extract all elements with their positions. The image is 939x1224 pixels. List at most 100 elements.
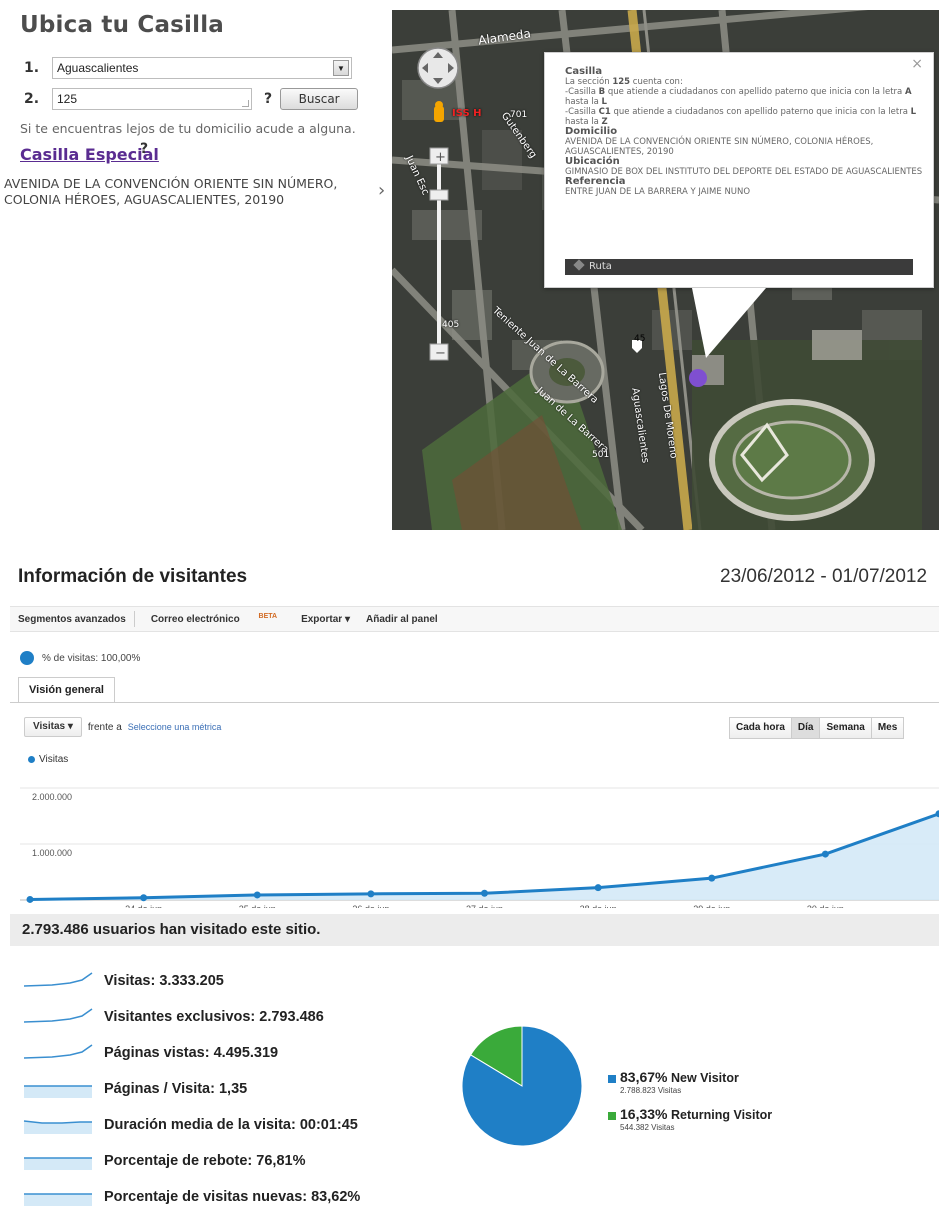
route-shield: 45 — [634, 334, 646, 344]
svg-text:+: + — [435, 150, 446, 165]
special-help-icon[interactable]: ? — [140, 141, 148, 157]
compare-metric-link[interactable]: Seleccione una métrica — [128, 722, 222, 732]
metric-value: Duración media de la visita: 00:01:45 — [104, 1117, 358, 1133]
legend-returning-visitor: 16,33% Returning Visitor 544.382 Visitas — [608, 1106, 772, 1132]
granularity-month-button[interactable]: Mes — [870, 718, 904, 738]
metrics-list: Visitas: 3.333.205 Visitantes exclusivos:… — [22, 966, 360, 1218]
building-number: 405 — [442, 320, 460, 330]
result-address: AVENIDA DE LA CONVENCIÓN ORIENTE SIN NÚM… — [4, 176, 338, 207]
metric-row[interactable]: Porcentaje de visitas nuevas: 83,62% — [22, 1182, 360, 1212]
data-point[interactable] — [253, 891, 261, 899]
granularity-week-button[interactable]: Semana — [819, 718, 871, 738]
route-icon — [573, 259, 585, 271]
add-to-dashboard-button[interactable]: Añadir al panel — [358, 614, 446, 625]
x-tick-label: 25 de jun — [239, 904, 276, 908]
data-point[interactable] — [708, 874, 716, 882]
search-button[interactable]: Buscar — [280, 88, 359, 110]
new-visitor-percent: 83,67% — [620, 1069, 668, 1085]
route-label: Ruta — [589, 261, 612, 272]
visitor-type-pie-chart — [461, 1025, 583, 1147]
granularity-day-button[interactable]: Día — [790, 718, 820, 738]
data-point[interactable] — [26, 895, 34, 903]
data-point[interactable] — [367, 890, 375, 898]
x-tick-label: 27 de jun — [466, 904, 503, 908]
metric-row[interactable]: Duración media de la visita: 00:01:45 — [22, 1110, 360, 1140]
returning-visitor-label: Returning Visitor — [670, 1108, 773, 1122]
email-button[interactable]: Correo electrónico BETA — [135, 613, 293, 625]
segment-pie-icon — [20, 651, 34, 665]
popup-domicilio-heading: Domicilio — [565, 126, 618, 137]
metric-value: Visitas: 3.333.205 — [104, 973, 224, 989]
visits-line-chart: 2.000.000 1.000.000 24 de jun 25 de jun 26 d… — [20, 787, 939, 908]
metric-dropdown[interactable]: Visitas ▾ — [24, 717, 82, 737]
metric-value: Porcentaje de rebote: 76,81% — [104, 1153, 306, 1169]
locator-title: Ubica tu Casilla — [20, 12, 225, 38]
granularity-hourly-button[interactable]: Cada hora — [730, 718, 791, 738]
casilla-info-window: × Casilla La sección 125 cuenta con: -Ca… — [544, 52, 934, 288]
advanced-segments-button[interactable]: Segmentos avanzados — [10, 614, 134, 625]
x-tick-label: 29 de jun — [693, 904, 730, 908]
dropdown-arrow-icon[interactable]: ▼ — [333, 60, 349, 76]
sparkline-icon — [24, 1157, 92, 1170]
versus-label: frente a — [87, 721, 122, 733]
new-visitor-label: New Visitor — [670, 1071, 739, 1085]
popup-casilla-b: -Casilla B que atiende a ciudadanos con … — [565, 87, 912, 107]
page-title: Información de visitantes — [18, 566, 248, 587]
metric-value: Páginas vistas: 4.495.319 — [104, 1045, 279, 1061]
sparkline-icon — [23, 1008, 93, 1023]
close-icon[interactable]: × — [911, 57, 923, 71]
building-number: 701 — [510, 110, 528, 120]
beta-badge: BETA — [258, 612, 278, 620]
sparkline-icon — [23, 1044, 93, 1059]
popup-section-line: La sección 125 cuenta con: — [565, 77, 683, 87]
metric-selector: Visitas ▾ frente a Seleccione una métric… — [24, 717, 221, 737]
step-number-1: 1. — [24, 60, 40, 76]
series-area — [30, 813, 939, 900]
returning-visitor-swatch — [608, 1111, 616, 1120]
data-point[interactable] — [821, 850, 829, 858]
metric-value: Visitantes exclusivos: 2.793.486 — [104, 1009, 324, 1025]
x-tick-label: 28 de jun — [580, 904, 617, 908]
metric-row[interactable]: Páginas vistas: 4.495.319 — [22, 1038, 360, 1068]
section-input[interactable]: 125 — [52, 88, 252, 110]
metric-value: Páginas / Visita: 1,35 — [104, 1081, 248, 1097]
granularity-switch: Cada hora Día Semana Mes — [729, 717, 905, 739]
data-point[interactable] — [594, 884, 602, 892]
chart-legend: Visitas — [28, 754, 68, 765]
state-row: 1. Aguascalientes ▼ — [24, 56, 352, 80]
metric-row[interactable]: Visitas: 3.333.205 — [22, 966, 360, 996]
popup-referencia-heading: Referencia — [565, 176, 626, 187]
export-button[interactable]: Exportar ▾ — [293, 614, 358, 625]
zoom-slider-handle[interactable] — [429, 189, 449, 201]
y-tick-label: 1.000.000 — [32, 848, 72, 858]
casilla-locator-panel: Ubica tu Casilla 1. Aguascalientes ▼ 2. … — [0, 0, 392, 530]
collapse-panel-icon[interactable]: › — [378, 180, 385, 201]
popup-casilla-heading: Casilla — [565, 66, 603, 77]
popup-ubicacion-heading: Ubicación — [565, 156, 620, 167]
info-window-pointer — [692, 288, 766, 358]
state-select[interactable]: Aguascalientes ▼ — [52, 57, 352, 79]
legend-new-visitor: 83,67% New Visitor 2.788.823 Visitas — [608, 1069, 739, 1095]
distance-hint: Si te encuentras lejos de tu domicilio a… — [20, 121, 356, 136]
tab-overview[interactable]: Visión general — [18, 677, 115, 703]
sparkline-icon — [24, 1193, 92, 1206]
route-button[interactable]: Ruta — [565, 259, 913, 275]
metric-row[interactable]: Páginas / Visita: 1,35 — [22, 1074, 360, 1104]
data-point[interactable] — [140, 894, 148, 902]
x-tick-label: 26 de jun — [352, 904, 389, 908]
new-visitor-count: 2.788.823 Visitas — [620, 1086, 682, 1095]
svg-text:−: − — [435, 346, 446, 361]
returning-visitor-count: 544.382 Visitas — [620, 1123, 675, 1132]
casilla-marker[interactable] — [689, 369, 707, 387]
date-range-picker[interactable]: 23/06/2012 - 01/07/2012 — [720, 566, 927, 588]
metric-row[interactable]: Visitantes exclusivos: 2.793.486 — [22, 1002, 360, 1032]
special-casilla-link[interactable]: Casilla Especial — [20, 145, 159, 164]
popup-casilla-c1: -Casilla C1 que atiende a ciudadanos con… — [565, 107, 917, 127]
section-help-icon[interactable]: ? — [264, 91, 272, 107]
data-point[interactable] — [481, 889, 488, 897]
legend-label: Visitas — [39, 754, 69, 765]
returning-visitor-percent: 16,33% — [620, 1106, 668, 1122]
satellite-map[interactable]: + − Alameda Gutenberg Juan Esc ISS H Ten… — [392, 10, 939, 530]
section-row: 2. 125 ? Buscar — [24, 87, 359, 111]
metric-row[interactable]: Porcentaje de rebote: 76,81% — [22, 1146, 360, 1176]
